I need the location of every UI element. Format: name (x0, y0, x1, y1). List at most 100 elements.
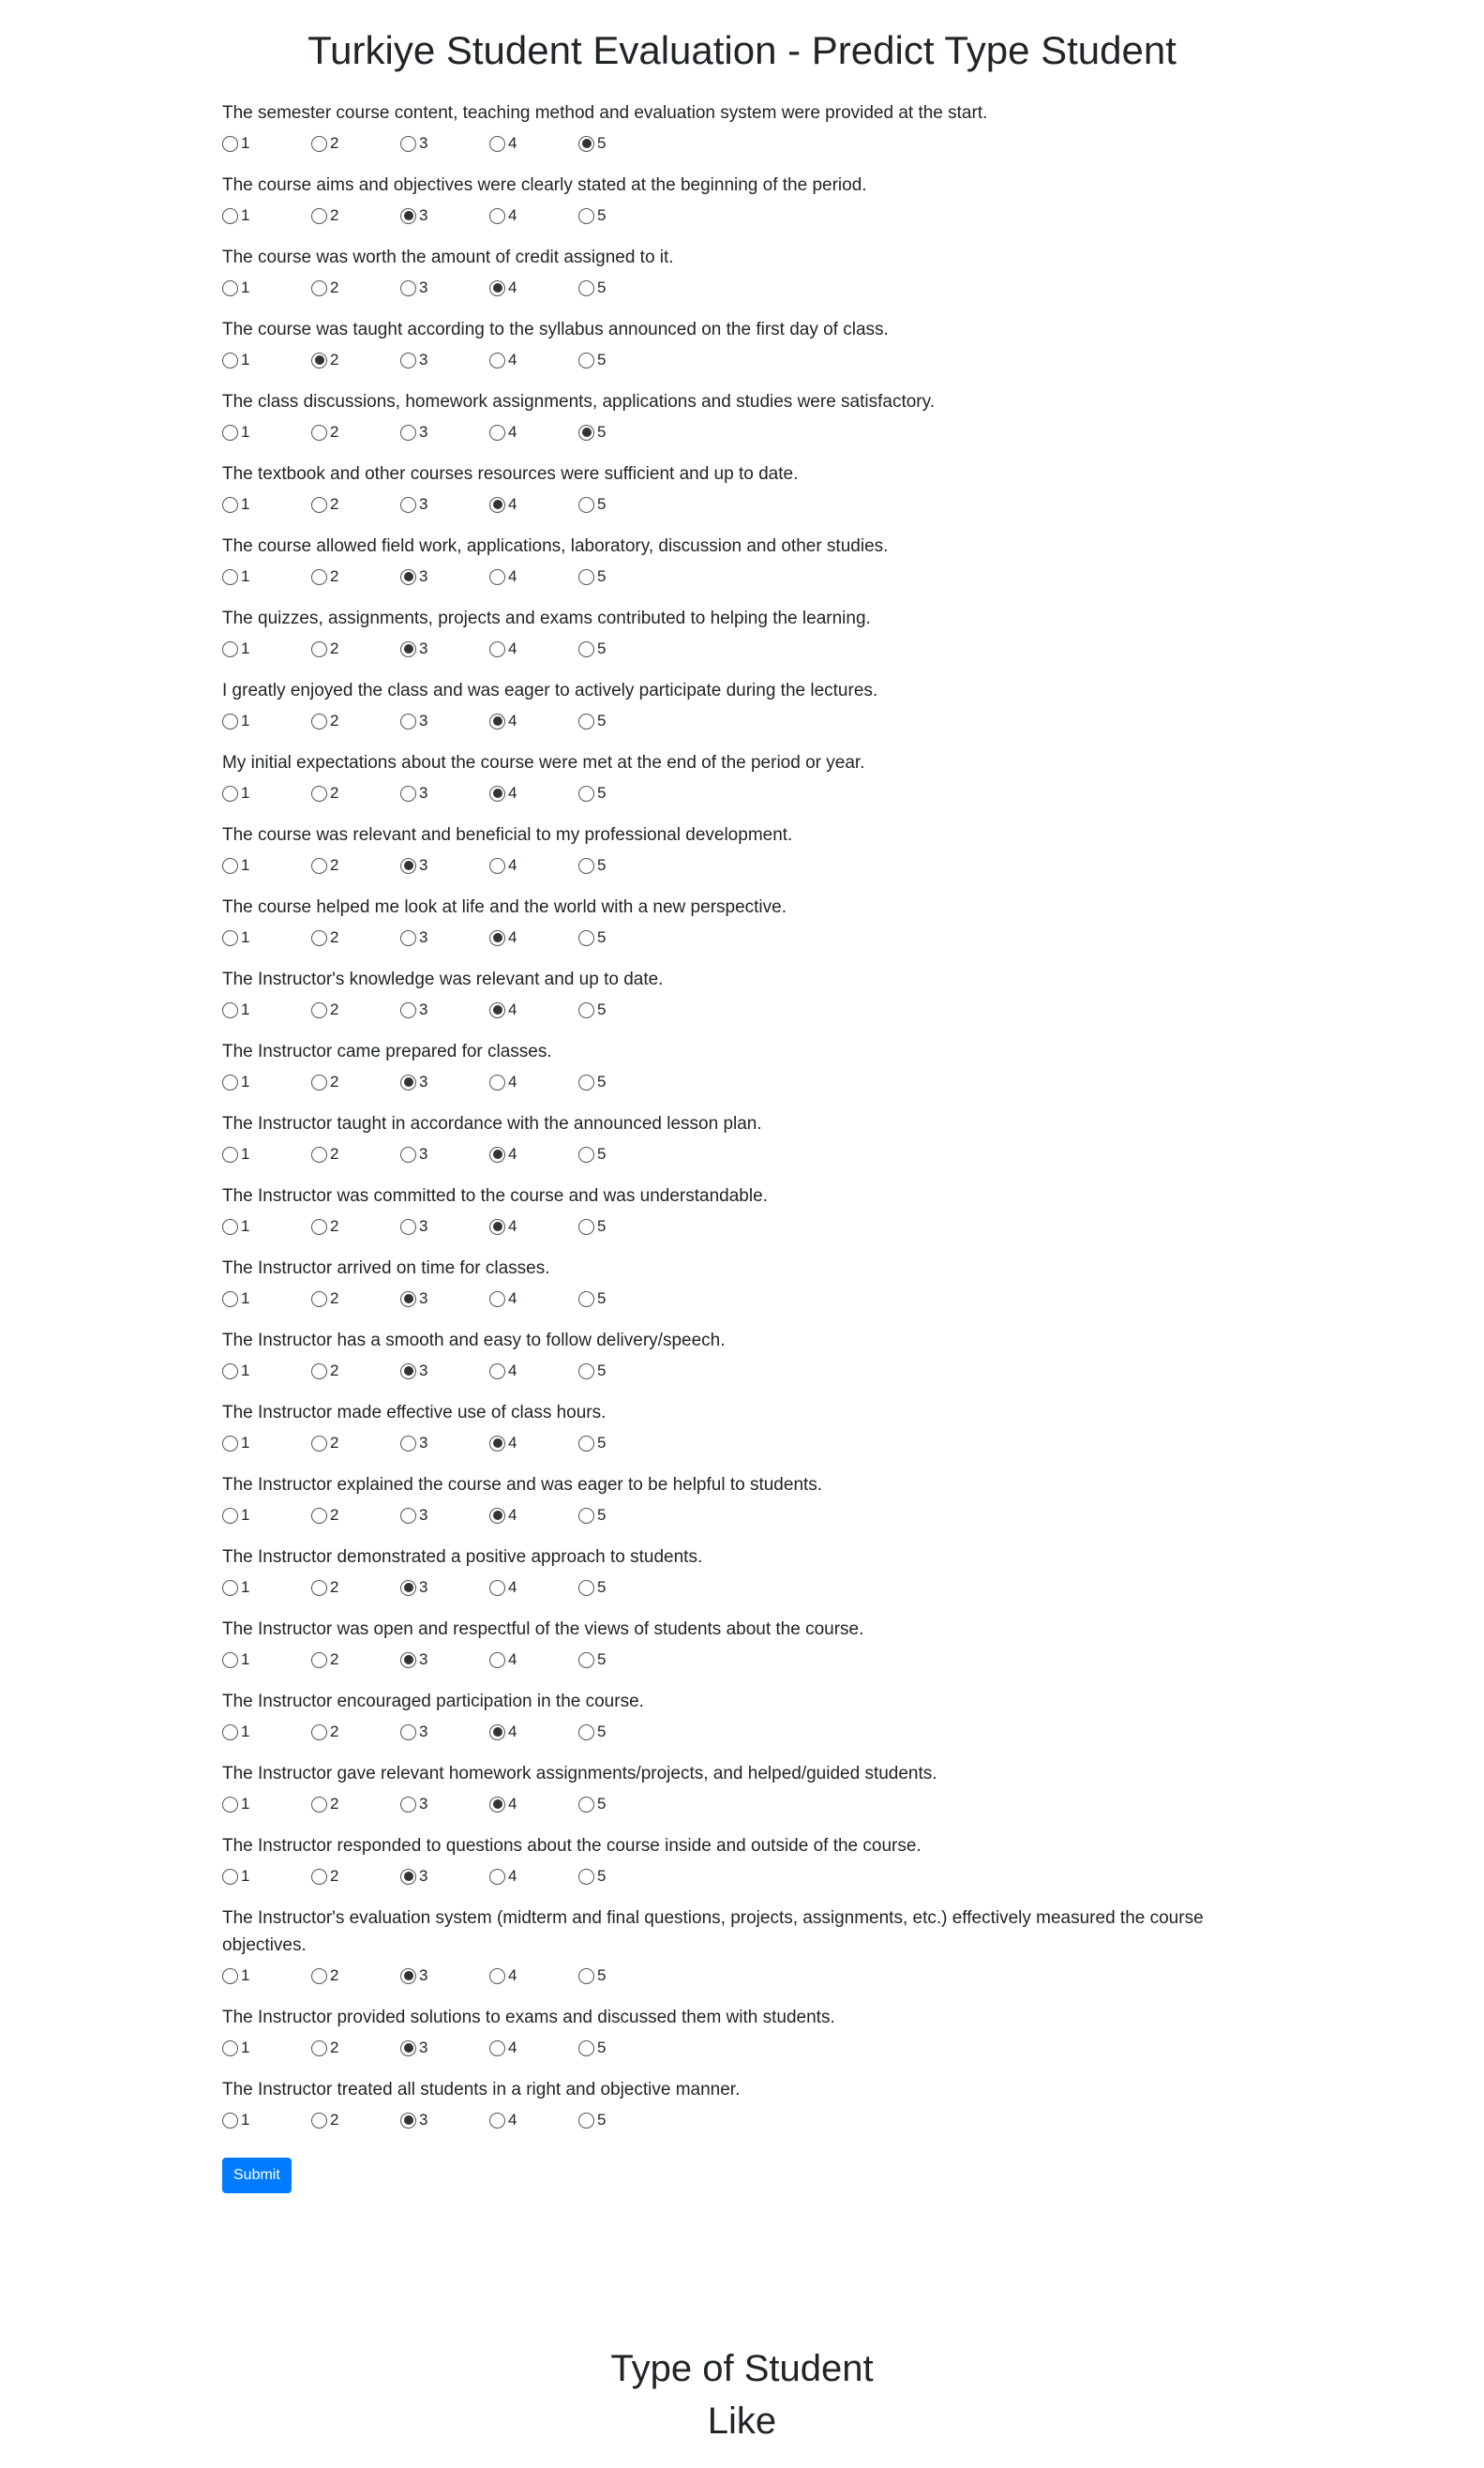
radio-button[interactable] (311, 1001, 327, 1018)
rating-option[interactable]: 3 (400, 1001, 489, 1019)
radio-button[interactable] (222, 1001, 238, 1018)
rating-option[interactable]: 3 (400, 423, 489, 442)
rating-option[interactable]: 1 (222, 1867, 311, 1886)
rating-option[interactable]: 3 (400, 2111, 489, 2129)
rating-option[interactable]: 3 (400, 856, 489, 875)
rating-option[interactable]: 1 (222, 1966, 311, 1985)
radio-button[interactable] (400, 929, 416, 946)
rating-option[interactable]: 3 (400, 1578, 489, 1597)
rating-option[interactable]: 2 (311, 928, 400, 947)
rating-option[interactable]: 2 (311, 351, 400, 369)
radio-button[interactable] (578, 2039, 594, 2056)
rating-option[interactable]: 3 (400, 784, 489, 803)
rating-option[interactable]: 5 (578, 1145, 667, 1164)
rating-option[interactable]: 5 (578, 1289, 667, 1308)
radio-button[interactable] (578, 1796, 594, 1813)
radio-button[interactable] (400, 1868, 416, 1885)
rating-option[interactable]: 4 (489, 1217, 578, 1236)
rating-option[interactable]: 4 (489, 1867, 578, 1886)
rating-option[interactable]: 3 (400, 1867, 489, 1886)
radio-button[interactable] (489, 1868, 505, 1885)
rating-option[interactable]: 2 (311, 567, 400, 586)
rating-option[interactable]: 4 (489, 567, 578, 586)
rating-option[interactable]: 1 (222, 134, 311, 153)
rating-option[interactable]: 3 (400, 1434, 489, 1452)
radio-button[interactable] (400, 496, 416, 513)
radio-button[interactable] (311, 1290, 327, 1307)
radio-button[interactable] (222, 2039, 238, 2056)
radio-button[interactable] (400, 1796, 416, 1813)
radio-button[interactable] (489, 1579, 505, 1596)
radio-button[interactable] (578, 352, 594, 369)
rating-option[interactable]: 5 (578, 1001, 667, 1019)
radio-button[interactable] (489, 1074, 505, 1091)
radio-button[interactable] (489, 1796, 505, 1813)
radio-button[interactable] (489, 352, 505, 369)
rating-option[interactable]: 2 (311, 640, 400, 658)
radio-button[interactable] (311, 2112, 327, 2129)
radio-button[interactable] (578, 2112, 594, 2129)
rating-option[interactable]: 2 (311, 495, 400, 514)
radio-button[interactable] (222, 713, 238, 730)
rating-option[interactable]: 2 (311, 206, 400, 225)
rating-option[interactable]: 2 (311, 134, 400, 153)
rating-option[interactable]: 4 (489, 1434, 578, 1452)
rating-option[interactable]: 1 (222, 423, 311, 442)
radio-button[interactable] (578, 713, 594, 730)
radio-button[interactable] (400, 1651, 416, 1668)
radio-button[interactable] (222, 279, 238, 296)
rating-option[interactable]: 2 (311, 1650, 400, 1669)
radio-button[interactable] (311, 207, 327, 224)
radio-button[interactable] (400, 1146, 416, 1163)
rating-option[interactable]: 5 (578, 856, 667, 875)
radio-button[interactable] (222, 496, 238, 513)
rating-option[interactable]: 3 (400, 2039, 489, 2057)
rating-option[interactable]: 5 (578, 1723, 667, 1741)
rating-option[interactable]: 3 (400, 1362, 489, 1380)
rating-option[interactable]: 2 (311, 1073, 400, 1091)
rating-option[interactable]: 4 (489, 423, 578, 442)
radio-button[interactable] (578, 1868, 594, 1885)
radio-button[interactable] (222, 568, 238, 585)
rating-option[interactable]: 1 (222, 1289, 311, 1308)
rating-option[interactable]: 5 (578, 1578, 667, 1597)
rating-option[interactable]: 3 (400, 1145, 489, 1164)
radio-button[interactable] (578, 1146, 594, 1163)
radio-button[interactable] (400, 2039, 416, 2056)
rating-option[interactable]: 1 (222, 1650, 311, 1669)
rating-option[interactable]: 3 (400, 1217, 489, 1236)
radio-button[interactable] (578, 857, 594, 874)
rating-option[interactable]: 5 (578, 928, 667, 947)
radio-button[interactable] (400, 135, 416, 152)
radio-button[interactable] (400, 1218, 416, 1235)
radio-button[interactable] (489, 1507, 505, 1524)
rating-option[interactable]: 2 (311, 1578, 400, 1597)
radio-button[interactable] (311, 2039, 327, 2056)
radio-button[interactable] (489, 929, 505, 946)
radio-button[interactable] (489, 640, 505, 657)
radio-button[interactable] (222, 424, 238, 441)
radio-button[interactable] (400, 207, 416, 224)
rating-option[interactable]: 1 (222, 1723, 311, 1741)
rating-option[interactable]: 4 (489, 1578, 578, 1597)
rating-option[interactable]: 4 (489, 640, 578, 658)
rating-option[interactable]: 5 (578, 206, 667, 225)
submit-button[interactable]: Submit (222, 2158, 292, 2193)
radio-button[interactable] (222, 207, 238, 224)
radio-button[interactable] (400, 1001, 416, 1018)
rating-option[interactable]: 2 (311, 856, 400, 875)
radio-button[interactable] (311, 568, 327, 585)
radio-button[interactable] (400, 2112, 416, 2129)
radio-button[interactable] (311, 1579, 327, 1596)
rating-option[interactable]: 4 (489, 784, 578, 803)
rating-option[interactable]: 2 (311, 1867, 400, 1886)
rating-option[interactable]: 2 (311, 423, 400, 442)
radio-button[interactable] (222, 1507, 238, 1524)
radio-button[interactable] (311, 1507, 327, 1524)
radio-button[interactable] (400, 713, 416, 730)
rating-option[interactable]: 2 (311, 1217, 400, 1236)
radio-button[interactable] (311, 1651, 327, 1668)
radio-button[interactable] (222, 1967, 238, 1984)
radio-button[interactable] (578, 1001, 594, 1018)
radio-button[interactable] (578, 1579, 594, 1596)
